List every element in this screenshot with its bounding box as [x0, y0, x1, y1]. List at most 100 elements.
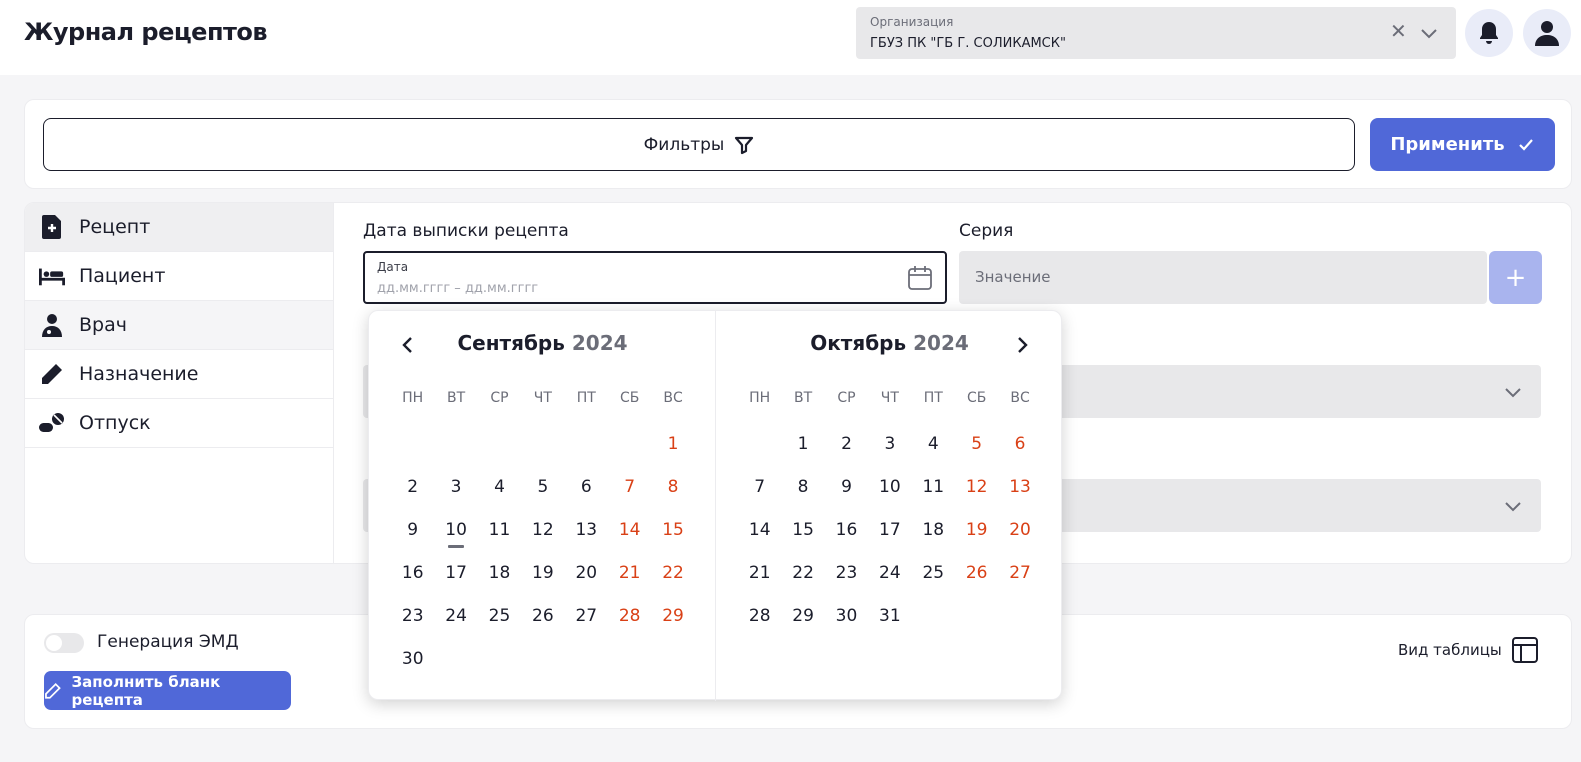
calendar-day[interactable]: 3: [868, 429, 911, 472]
pencil-icon: [45, 682, 61, 699]
calendar-day[interactable]: 24: [868, 558, 911, 601]
calendar-day[interactable]: 14: [608, 515, 651, 558]
apply-button[interactable]: Применить: [1370, 118, 1555, 171]
sidebar-item-dispensing[interactable]: Отпуск: [25, 399, 333, 448]
calendar-day[interactable]: 9: [825, 472, 868, 515]
plus-icon: +: [1504, 262, 1527, 293]
calendar-day[interactable]: 8: [781, 472, 824, 515]
weekday-label: ЧТ: [880, 390, 899, 406]
calendar-day[interactable]: 5: [955, 429, 998, 472]
calendar-day[interactable]: 1: [781, 429, 824, 472]
calendar-day[interactable]: 12: [521, 515, 564, 558]
date-range-picker: Сентябрь 2024 ПН ВТ СР ЧТ ПТ СБ ВС 1 2 3 4 5 6 7 8 9 10…: [368, 310, 1062, 701]
calendar-day[interactable]: 6: [998, 429, 1041, 472]
sidebar-item-prescribing[interactable]: Назначение: [25, 350, 333, 399]
weekday-label: ВТ: [447, 390, 466, 406]
calendar-day[interactable]: 15: [651, 515, 694, 558]
calendar-day[interactable]: 4: [912, 429, 955, 472]
calendar-day[interactable]: 26: [521, 601, 564, 644]
calendar-day[interactable]: 8: [651, 472, 694, 515]
prescription-date-title: Дата выписки рецепта: [363, 221, 569, 241]
clear-icon[interactable]: ✕: [1390, 21, 1407, 41]
calendar-day[interactable]: 28: [608, 601, 651, 644]
fill-prescription-form-button[interactable]: Заполнить бланк рецепта: [44, 671, 291, 710]
calendar-day[interactable]: 21: [608, 558, 651, 601]
calendar-day[interactable]: 3: [434, 472, 477, 515]
calendar-day[interactable]: 27: [565, 601, 608, 644]
notifications-button[interactable]: [1465, 9, 1513, 57]
chevron-down-icon[interactable]: [1417, 21, 1441, 45]
profile-button[interactable]: [1523, 9, 1571, 57]
calendar-day[interactable]: 29: [651, 601, 694, 644]
patient-bed-icon: [39, 263, 65, 289]
calendar-day[interactable]: 30: [825, 601, 868, 644]
calendar-empty-cell: [434, 429, 477, 472]
sidebar-item-label: Назначение: [79, 363, 199, 385]
calendar-day-today[interactable]: 10: [434, 515, 477, 558]
add-series-button[interactable]: +: [1489, 251, 1542, 304]
calendar-day[interactable]: 1: [651, 429, 694, 472]
calendar-empty-cell: [738, 429, 781, 472]
calendar-day[interactable]: 22: [651, 558, 694, 601]
calendar-day[interactable]: 7: [608, 472, 651, 515]
calendar-day[interactable]: 17: [868, 515, 911, 558]
calendar-day[interactable]: 22: [781, 558, 824, 601]
filters-button[interactable]: Фильтры: [43, 118, 1355, 171]
emd-generation-toggle[interactable]: [44, 633, 84, 653]
calendar-day[interactable]: 13: [565, 515, 608, 558]
calendar-icon[interactable]: [907, 265, 933, 291]
series-title: Серия: [959, 221, 1014, 241]
calendar-empty-cell: [608, 429, 651, 472]
pencil-icon: [39, 361, 65, 387]
weekday-label: СБ: [619, 390, 640, 406]
month-year: 2024: [571, 331, 628, 355]
calendar-day[interactable]: 16: [391, 558, 434, 601]
sidebar-item-doctor[interactable]: Врач: [25, 301, 333, 350]
organization-select[interactable]: Организация ГБУЗ ПК "ГБ Г. СОЛИКАМСК" ✕: [856, 7, 1456, 59]
weekday-header: ПН ВТ СР ЧТ ПТ СБ ВС: [391, 390, 695, 406]
calendar-day[interactable]: 11: [478, 515, 521, 558]
calendar-day[interactable]: 25: [478, 601, 521, 644]
sidebar-item-prescription[interactable]: Рецепт: [25, 203, 333, 252]
calendar-day[interactable]: 16: [825, 515, 868, 558]
calendar-day[interactable]: 14: [738, 515, 781, 558]
calendar-day[interactable]: 7: [738, 472, 781, 515]
series-field[interactable]: Значение: [959, 251, 1487, 304]
calendar-day[interactable]: 18: [912, 515, 955, 558]
calendar-day[interactable]: 29: [781, 601, 824, 644]
calendar-day[interactable]: 31: [868, 601, 911, 644]
prescription-date-field[interactable]: Дата дд.мм.гггг – дд.мм.гггг: [363, 251, 947, 304]
calendar-day[interactable]: 12: [955, 472, 998, 515]
doctor-icon: [39, 312, 65, 338]
calendar-day[interactable]: 15: [781, 515, 824, 558]
calendar-day[interactable]: 18: [478, 558, 521, 601]
calendar-day[interactable]: 2: [825, 429, 868, 472]
calendar-day[interactable]: 25: [912, 558, 955, 601]
calendar-day[interactable]: 27: [998, 558, 1041, 601]
calendar-day[interactable]: 21: [738, 558, 781, 601]
calendar-day[interactable]: 13: [998, 472, 1041, 515]
calendar-day[interactable]: 6: [565, 472, 608, 515]
calendar-day[interactable]: 4: [478, 472, 521, 515]
calendar-day[interactable]: 2: [391, 472, 434, 515]
calendar-day[interactable]: 26: [955, 558, 998, 601]
weekday-label: ВС: [663, 390, 683, 406]
calendar-day[interactable]: 28: [738, 601, 781, 644]
calendar-day[interactable]: 24: [434, 601, 477, 644]
calendar-day[interactable]: 23: [825, 558, 868, 601]
calendar-day[interactable]: 19: [521, 558, 564, 601]
table-view-button[interactable]: Вид таблицы: [1398, 637, 1538, 663]
sidebar-item-label: Отпуск: [79, 412, 151, 434]
sidebar-item-patient[interactable]: Пациент: [25, 252, 333, 301]
calendar-day[interactable]: 5: [521, 472, 564, 515]
calendar-day[interactable]: 20: [998, 515, 1041, 558]
calendar-day[interactable]: 10: [868, 472, 911, 515]
calendar-day[interactable]: 11: [912, 472, 955, 515]
calendar-day[interactable]: 19: [955, 515, 998, 558]
calendar-day[interactable]: 20: [565, 558, 608, 601]
calendar-day[interactable]: 9: [391, 515, 434, 558]
calendar-day[interactable]: 23: [391, 601, 434, 644]
calendar-day[interactable]: 17: [434, 558, 477, 601]
calendar-day[interactable]: 30: [391, 644, 434, 687]
weekday-label: ВС: [1010, 390, 1030, 406]
